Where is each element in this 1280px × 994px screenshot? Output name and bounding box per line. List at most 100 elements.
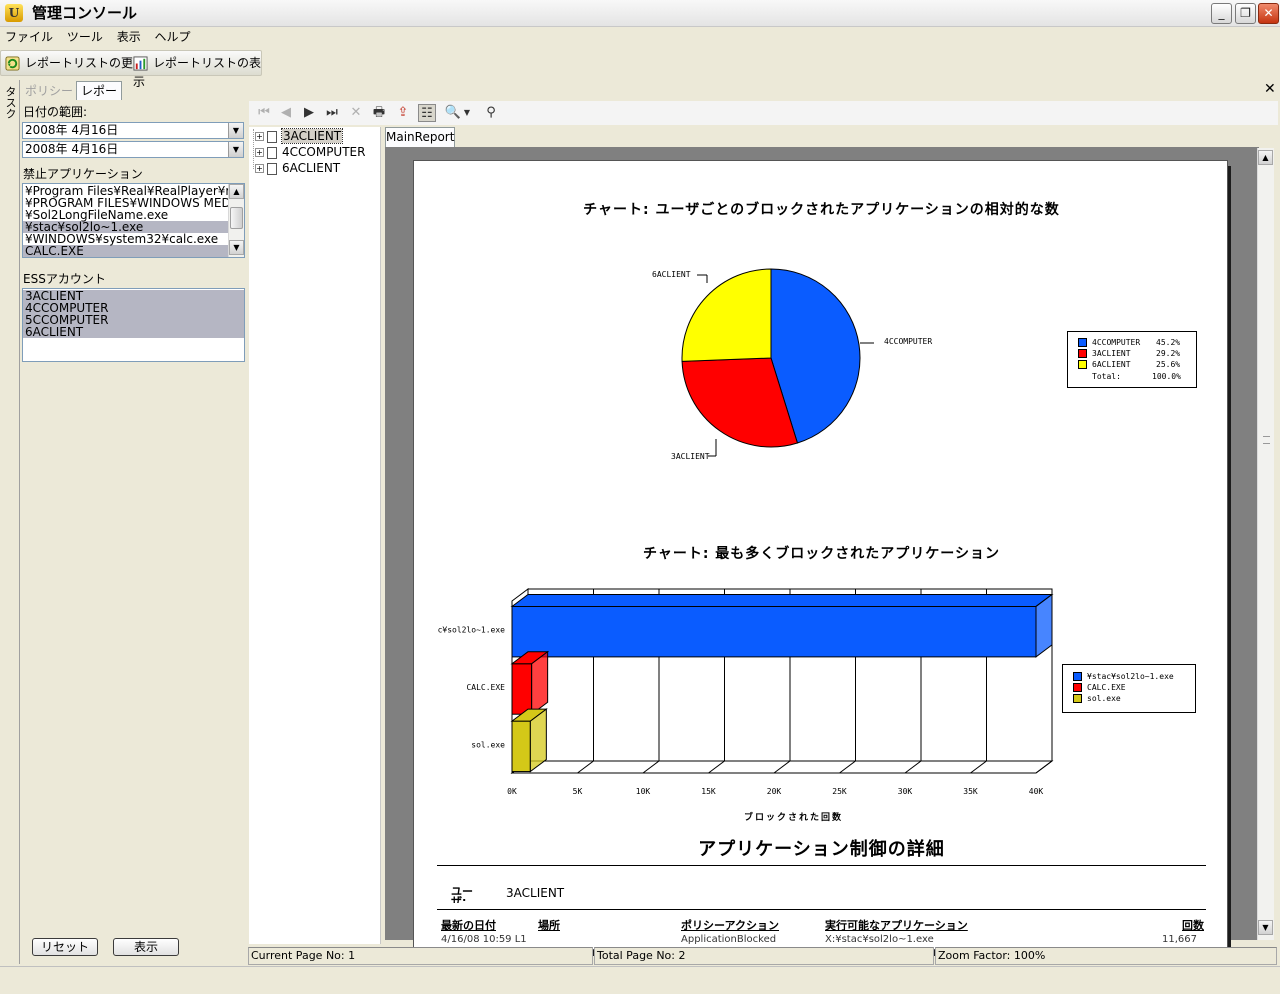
expand-icon[interactable]: + (255, 132, 264, 141)
col-executable: 実行可能なアプリケーション (825, 919, 968, 932)
group-tree-icon[interactable]: ☷ (418, 104, 436, 122)
scroll-up-icon[interactable]: ▲ (229, 184, 244, 199)
next-page-icon[interactable]: ▶ (300, 104, 318, 122)
zoom-icon[interactable]: 🔍 (444, 104, 462, 122)
menu-help[interactable]: ヘルプ (150, 28, 196, 46)
refresh-icon (5, 56, 20, 71)
search-icon[interactable]: ⚲ (482, 104, 500, 122)
menu-view[interactable]: 表示 (112, 28, 146, 46)
refresh-report-list-label: レポートリストの更新 (25, 56, 146, 70)
export-icon[interactable]: ⇪ (394, 104, 412, 122)
menu-file[interactable]: ファイル (0, 28, 58, 46)
bar-chart: 0K 5K 10K 15K 20K 25K 30K 35K 40K c¥sol2lo~1.exe C… (438, 588, 1054, 796)
print-icon[interactable]: 🖶 (370, 104, 388, 122)
filter-panel: 日付の範囲: 2008年 4月16日 ▼ 2008年 4月16日 ▼ 禁止アプリ… (21, 100, 246, 964)
x-tick-label: 10K (636, 787, 651, 796)
list-scrollbar[interactable]: ▲ ▼ (228, 184, 244, 257)
document-icon (267, 162, 277, 175)
previous-page-icon[interactable]: ◀ (277, 104, 295, 122)
list-item[interactable]: CALC.EXE (23, 245, 228, 257)
tree-node-label[interactable]: 6ACLIENT (282, 161, 340, 175)
document-icon (267, 146, 277, 159)
close-button[interactable]: ✕ (1258, 3, 1279, 24)
bar (511, 720, 531, 773)
viewer-toolbar: ⏮ ◀ ▶ ⏭ ✕ 🖶 ⇪ ☷ 🔍 ▼ ⚲ (249, 101, 1278, 125)
scroll-down-icon[interactable]: ▼ (229, 240, 244, 255)
date-to-picker[interactable]: 2008年 4月16日 ▼ (22, 141, 244, 158)
last-page-icon[interactable]: ⏭ (323, 104, 341, 122)
col-count: 回数 (1182, 919, 1204, 932)
expand-icon[interactable]: + (255, 164, 264, 173)
scroll-down-icon[interactable]: ▼ (1258, 920, 1273, 935)
show-button[interactable]: 表示 (113, 938, 179, 956)
bar-legend: ¥stac¥sol2lo~1.exe CALC.EXE sol.exe (1062, 664, 1196, 713)
report-scrollbar[interactable]: ▲ ▼ (1257, 148, 1274, 940)
divider (437, 909, 1206, 910)
app-icon: U (5, 4, 23, 22)
date-from-picker[interactable]: 2008年 4月16日 ▼ (22, 122, 244, 139)
restore-button[interactable]: ❐ (1235, 3, 1256, 24)
user-value: 3ACLIENT (506, 886, 565, 900)
x-tick-label: 25K (832, 787, 847, 796)
show-report-list-button[interactable]: レポートリストの表示 (133, 54, 261, 89)
bar (511, 663, 533, 715)
tree-node-label[interactable]: 3ACLIENT (280, 128, 344, 144)
bar-top (510, 593, 1054, 607)
menu-tools[interactable]: ツール (62, 28, 108, 46)
chevron-down-icon[interactable]: ▼ (462, 104, 472, 122)
x-tick-label: 40K (1029, 787, 1044, 796)
status-total-pages: Total Page No: 2 (594, 947, 934, 965)
legend-label: ¥stac¥sol2lo~1.exe (1087, 672, 1174, 681)
y-category-label: sol.exe (471, 740, 505, 749)
tree-node[interactable]: +4CCOMPUTER (255, 144, 365, 160)
title-bar: U 管理コンソール _ ❐ ✕ (0, 0, 1280, 27)
chevron-down-icon[interactable]: ▼ (228, 142, 243, 157)
minimize-button[interactable]: _ (1211, 3, 1232, 24)
col-policy-action: ポリシーアクション (681, 919, 780, 932)
reset-button[interactable]: リセット (32, 938, 98, 956)
app-status-bar (0, 966, 1280, 994)
row-date-location: 4/16/08 10:59 L1 (441, 934, 527, 945)
ess-accounts-list[interactable]: 3ACLIENT 4CCOMPUTER 5CCOMPUTER 6ACLIENT (22, 288, 245, 362)
scroll-up-icon[interactable]: ▲ (1258, 150, 1273, 165)
y-category-label: c¥sol2lo~1.exe (438, 626, 506, 635)
row-count: 11,667 (1162, 934, 1197, 945)
tree-node[interactable]: +3ACLIENT (255, 128, 344, 144)
first-page-icon[interactable]: ⏮ (255, 104, 273, 122)
x-tick-label: 35K (963, 787, 978, 796)
blocked-apps-label: 禁止アプリケーション (23, 167, 143, 181)
tab-main-report[interactable]: MainReport (385, 127, 455, 147)
chevron-down-icon[interactable]: ▼ (228, 123, 243, 138)
blocked-apps-list[interactable]: ¥Program Files¥Real¥RealPlayer¥realplay … (22, 183, 245, 258)
tab-policy[interactable]: ポリシー (24, 82, 74, 100)
x-tick-label: 20K (767, 787, 782, 796)
x-tick-label: 15K (701, 787, 716, 796)
refresh-report-list-button[interactable]: レポートリストの更新 (5, 54, 145, 73)
menu-bar: ファイル ツール 表示 ヘルプ (0, 28, 1280, 48)
ess-accounts-label: ESSアカウント (23, 272, 106, 286)
divider (437, 865, 1206, 866)
legend-label: sol.exe (1087, 694, 1121, 703)
group-tree: +3ACLIENT +4CCOMPUTER +6ACLIENT (249, 127, 381, 944)
report-page: チャート: ユーザごとのブロックされたアプリケーションの相対的な数 6ACLIE… (413, 160, 1228, 950)
tree-node-label[interactable]: 4CCOMPUTER (282, 145, 365, 159)
tree-node[interactable]: +6ACLIENT (255, 160, 340, 176)
tab-report[interactable]: レポート (76, 81, 122, 116)
stop-icon[interactable]: ✕ (347, 104, 365, 122)
close-panel-icon[interactable]: ✕ (1264, 82, 1276, 96)
row-action: ApplicationBlocked (681, 934, 777, 945)
task-strip (0, 80, 20, 964)
document-icon (267, 130, 277, 143)
scroll-grip[interactable] (1263, 436, 1270, 444)
main-toolbar: レポートリストの更新 レポートリストの表示 (0, 50, 262, 89)
col-latest-date: 最新の日付 (441, 919, 496, 932)
bar (511, 605, 1037, 658)
scroll-thumb[interactable] (230, 207, 243, 229)
legend-swatch (1073, 672, 1082, 681)
row-executable: X:¥stac¥sol2lo~1.exe (825, 934, 934, 945)
task-tab[interactable]: タスク (2, 86, 18, 119)
expand-icon[interactable]: + (255, 148, 264, 157)
list-item[interactable]: 6ACLIENT (23, 326, 244, 338)
date-range-label: 日付の範囲: (23, 105, 88, 119)
x-tick-label: 0K (507, 787, 517, 796)
